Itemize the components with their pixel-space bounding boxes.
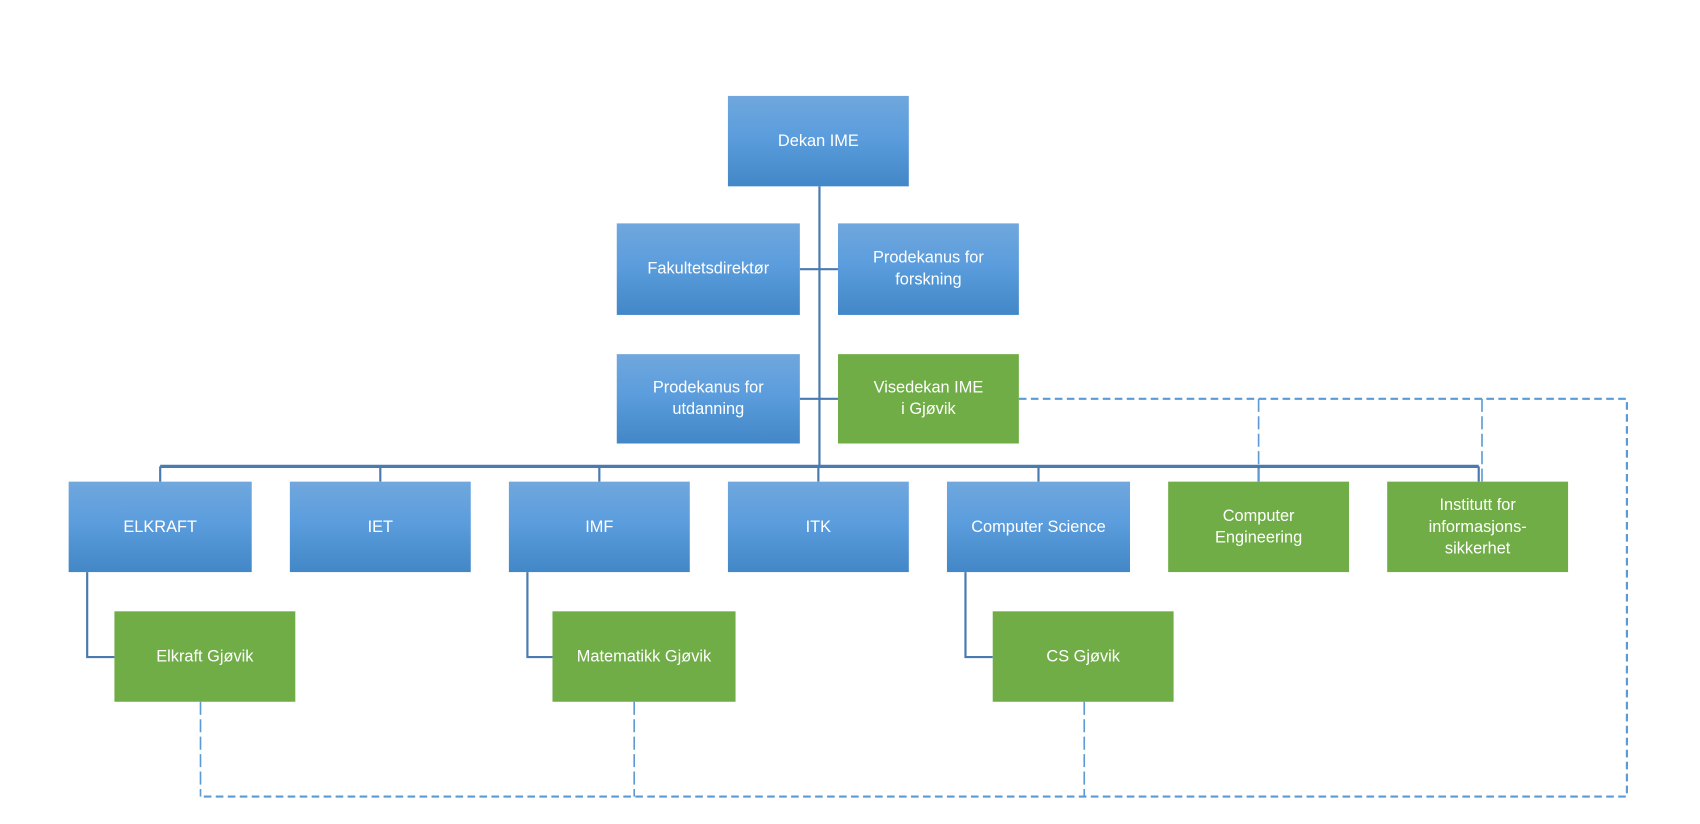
node-department[interactable]: Computer Science: [946, 481, 1131, 573]
node-department[interactable]: ITK: [727, 481, 909, 573]
node-fakultetsdirektor[interactable]: Fakultetsdirektør: [616, 223, 800, 315]
node-prodekanus-forskning[interactable]: Prodekanus for forskning: [837, 223, 1019, 315]
node-department[interactable]: IMF: [508, 481, 690, 573]
dashed-link: [200, 397, 1629, 798]
node-prodekanus-utdanning[interactable]: Prodekanus for utdanning: [616, 354, 800, 444]
node-dekan-ime[interactable]: Dekan IME: [727, 95, 909, 187]
node-visedekan-gjovik[interactable]: Visedekan IME i Gjøvik: [837, 354, 1019, 444]
node-department[interactable]: ELKRAFT: [68, 481, 252, 573]
sub-connector: [526, 572, 553, 659]
node-gjovik-unit[interactable]: Elkraft Gjøvik: [114, 611, 296, 702]
sub-connector: [964, 572, 993, 659]
node-department[interactable]: IET: [289, 481, 471, 573]
node-department[interactable]: Computer Engineering: [1168, 481, 1350, 573]
sub-connector: [86, 572, 115, 659]
node-department[interactable]: Institutt for informasjons- sikkerhet: [1387, 481, 1569, 573]
org-chart: Dekan IME Fakultetsdirektør Prodekanus f…: [0, 0, 1700, 824]
node-gjovik-unit[interactable]: CS Gjøvik: [992, 611, 1174, 702]
node-gjovik-unit[interactable]: Matematikk Gjøvik: [552, 611, 736, 702]
